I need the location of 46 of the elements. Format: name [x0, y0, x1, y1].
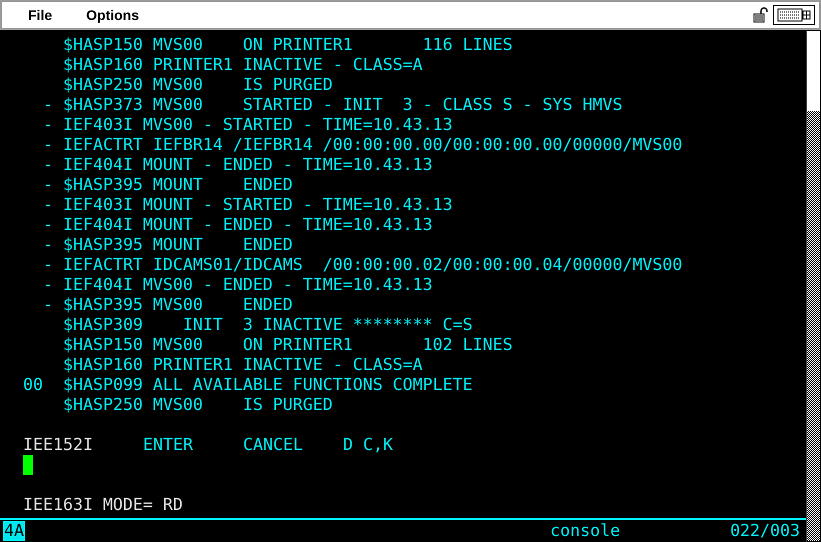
console-message: IEF403I MVS00 - STARTED - TIME=10.43.13 [63, 115, 453, 135]
message-id: IEE152I [23, 435, 94, 455]
console-message: $HASP309 INIT 3 INACTIVE ******** C=S [63, 315, 473, 335]
scroll-thumb[interactable] [807, 31, 820, 111]
console-message: IEF404I MOUNT - ENDED - TIME=10.43.13 [63, 215, 433, 235]
line-prefix: - [43, 195, 53, 215]
console-message: $HASP250 MVS00 IS PURGED [63, 75, 333, 95]
line-prefix: - [43, 275, 53, 295]
line-prefix: - [43, 115, 53, 135]
console-message: IEFACTRT IDCAMS01/IDCAMS /00:00:00.02/00:00:00.04/00000/MVS00 [63, 255, 682, 275]
scrollbar[interactable] [806, 30, 821, 542]
console-message: IEF403I MOUNT - STARTED - TIME=10.43.13 [63, 195, 453, 215]
console-message: IEE163I MODE= RD [22, 495, 184, 515]
line-prefix: - [43, 175, 53, 195]
console-message: $HASP160 PRINTER1 INACTIVE - CLASS=A [63, 55, 423, 75]
console-message: IEFACTRT IEFBR14 /IEFBR14 /00:00:00.00/00:00:00.00/00000/MVS00 [63, 135, 682, 155]
prompt-option: CANCEL [243, 435, 343, 455]
console-message: $HASP150 MVS00 ON PRINTER1 102 LINES [63, 335, 513, 355]
line-prefix: - [43, 255, 53, 275]
line-prefix: - [43, 135, 53, 155]
keyboard-icon[interactable] [773, 5, 815, 25]
console-message: $HASP373 MVS00 STARTED - INIT 3 - CLASS S - SYS HMVS [63, 95, 622, 115]
line-prefix: - [43, 95, 53, 115]
menu-item[interactable]: Options [86, 7, 140, 23]
console-message: $HASP395 MVS00 ENDED [63, 295, 293, 315]
console-message: $HASP395 MOUNT ENDED [63, 235, 293, 255]
console-message: $HASP160 PRINTER1 INACTIVE - CLASS=A [63, 355, 423, 375]
cursor-position: 022/003 [730, 521, 800, 541]
console-message: $HASP395 MOUNT ENDED [63, 175, 293, 195]
line-prefix: 00 [23, 375, 43, 395]
prompt-option: D C,K [343, 435, 393, 455]
line-prefix: - [43, 295, 53, 315]
session-name: console [550, 521, 620, 541]
line-prefix: - [43, 235, 53, 255]
console-message: IEF404I MOUNT - ENDED - TIME=10.43.13 [63, 155, 433, 175]
padlock-icon [753, 7, 769, 23]
console-message: $HASP250 MVS00 IS PURGED [63, 395, 333, 415]
line-prefix: - [43, 155, 53, 175]
menu-item[interactable]: File [28, 7, 52, 23]
console-message: $HASP150 MVS00 ON PRINTER1 116 LINES [63, 35, 513, 55]
text-cursor [23, 455, 33, 475]
line-prefix: - [43, 215, 53, 235]
console-message: IEF404I MVS00 - ENDED - TIME=10.43.13 [63, 275, 433, 295]
status-indicator: 4A [3, 521, 25, 541]
prompt-option: ENTER [143, 435, 243, 455]
console-message: $HASP099 ALL AVAILABLE FUNCTIONS COMPLETE [63, 375, 473, 395]
